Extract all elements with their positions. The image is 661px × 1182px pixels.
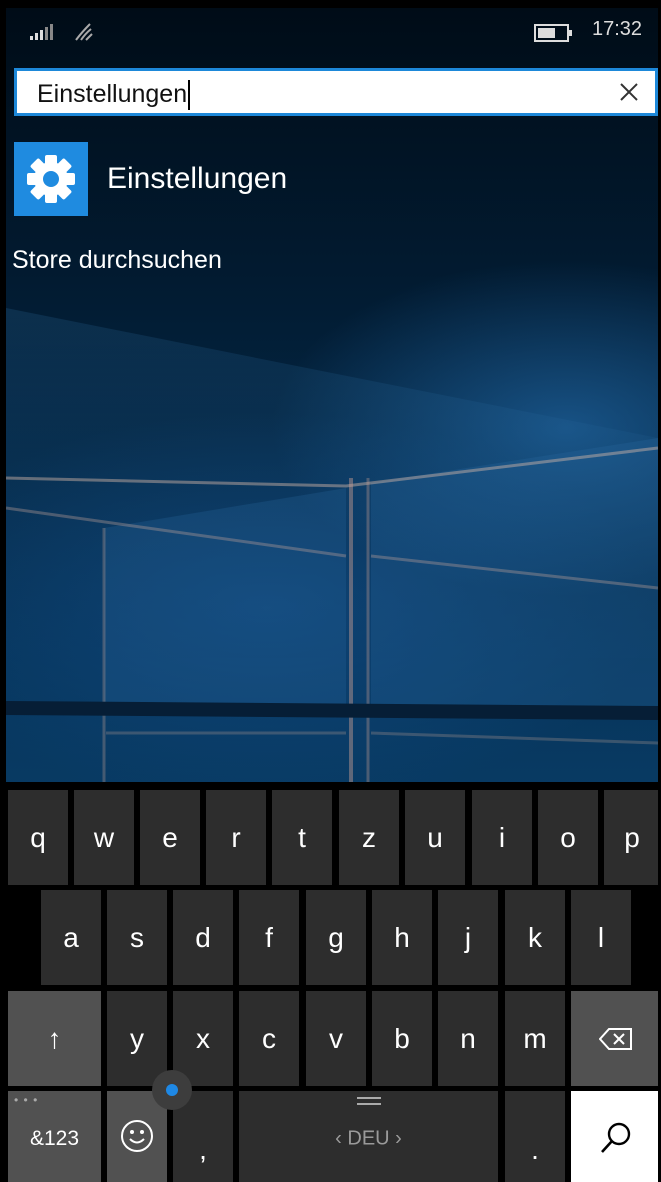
key-b[interactable]: b <box>372 991 432 1086</box>
key-w[interactable]: w <box>74 790 134 885</box>
key-u[interactable]: u <box>405 790 465 885</box>
battery-icon <box>534 24 572 42</box>
search-key[interactable] <box>571 1091 658 1182</box>
key-k[interactable]: k <box>505 890 565 985</box>
gear-icon <box>27 155 75 203</box>
search-result-settings-app[interactable]: Einstellungen <box>14 142 414 216</box>
keyboard-grip-icon <box>356 1097 381 1109</box>
key-c[interactable]: c <box>239 991 299 1086</box>
more-dots: • • • <box>14 1093 39 1107</box>
result-label: Einstellungen <box>107 162 288 195</box>
clock: 17:32 <box>592 18 643 40</box>
key-h[interactable]: h <box>372 890 432 985</box>
search-input[interactable]: Einstellungen <box>14 68 658 116</box>
key-q[interactable]: q <box>8 790 68 885</box>
backspace-icon <box>599 1028 632 1050</box>
windows-wallpaper <box>6 308 658 783</box>
key-r[interactable]: r <box>206 790 266 885</box>
signal-strength-icon <box>30 24 53 40</box>
language-switch: ‹ DEU › <box>335 1127 402 1149</box>
key-v[interactable]: v <box>306 991 366 1086</box>
key-i[interactable]: i <box>472 790 532 885</box>
shift-key[interactable]: ↑ <box>8 991 101 1086</box>
key-y[interactable]: y <box>107 991 167 1086</box>
wifi-icon <box>75 23 93 41</box>
key-o[interactable]: o <box>538 790 598 885</box>
key-s[interactable]: s <box>107 890 167 985</box>
search-store-link[interactable]: Store durchsuchen <box>12 246 222 275</box>
key-l[interactable]: l <box>571 890 631 985</box>
key-a[interactable]: a <box>41 890 101 985</box>
key-f[interactable]: f <box>239 890 299 985</box>
key-n[interactable]: n <box>438 991 498 1086</box>
numbers-symbols-key[interactable]: • • • &123 <box>8 1091 101 1182</box>
text-caret <box>188 80 191 111</box>
cursor-control-handle[interactable] <box>152 1070 192 1110</box>
period-key[interactable]: . <box>505 1091 565 1182</box>
key-m[interactable]: m <box>505 991 565 1086</box>
key-z[interactable]: z <box>339 790 399 885</box>
key-d[interactable]: d <box>173 890 233 985</box>
search-icon <box>601 1122 631 1153</box>
smiley-icon <box>121 1120 153 1152</box>
space-bar[interactable]: ‹ DEU › <box>239 1091 498 1182</box>
key-p[interactable]: p <box>604 790 658 885</box>
key-e[interactable]: e <box>140 790 200 885</box>
phone-screen: 17:32 Einstellungen Einstellungen Store … <box>6 8 658 1182</box>
key-t[interactable]: t <box>272 790 332 885</box>
key-g[interactable]: g <box>306 890 366 985</box>
clear-search-icon[interactable] <box>617 80 641 104</box>
backspace-key[interactable] <box>571 991 658 1086</box>
settings-app-tile <box>14 142 88 216</box>
key-j[interactable]: j <box>438 890 498 985</box>
status-bar: 17:32 <box>6 8 658 56</box>
search-query-text: Einstellungen <box>37 80 191 111</box>
